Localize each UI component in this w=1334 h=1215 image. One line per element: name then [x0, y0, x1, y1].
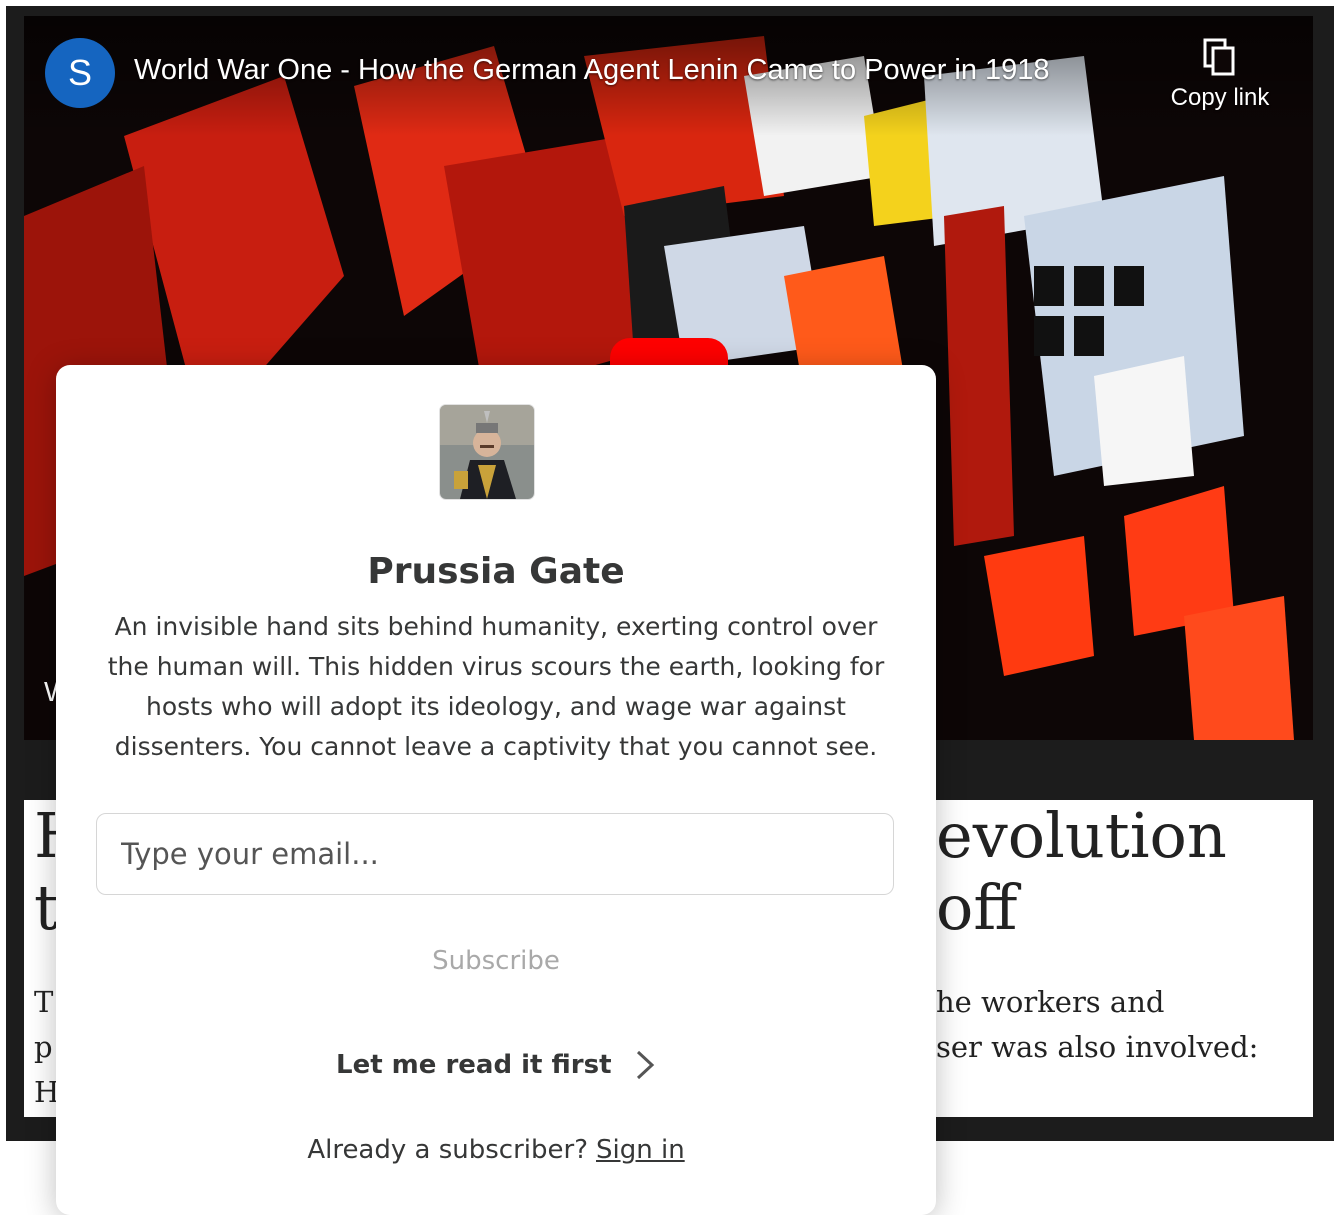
signin-line: Already a subscriber? Sign in — [56, 1135, 936, 1165]
channel-avatar[interactable]: S — [45, 38, 115, 108]
portrait-image — [440, 405, 534, 499]
channel-initial: S — [67, 52, 92, 93]
headline-right: evolution off — [936, 799, 1227, 944]
publication-description: An invisible hand sits behind humanity, … — [107, 612, 885, 761]
publication-logo — [440, 405, 534, 499]
email-input[interactable] — [96, 813, 894, 895]
copy-icon — [1203, 38, 1235, 76]
sign-in-link[interactable]: Sign in — [596, 1135, 685, 1165]
read-first-button[interactable]: Let me read it first — [336, 1041, 656, 1089]
read-first-label: Let me read it first — [336, 1050, 612, 1080]
publication-title: Prussia Gate — [367, 551, 625, 592]
subscribe-button[interactable]: Subscribe — [396, 935, 596, 987]
body-right-line-2: ser was also involved: — [936, 1030, 1259, 1064]
copy-link-button[interactable]: Copy link — [1165, 38, 1275, 112]
body-right-line-1: he workers and — [936, 985, 1165, 1019]
copy-link-label: Copy link — [1170, 84, 1270, 111]
subscribe-modal: Prussia Gate An invisible hand sits behi… — [56, 365, 936, 1215]
chevron-right-icon — [636, 1050, 654, 1080]
already-subscriber-text: Already a subscriber? — [307, 1135, 588, 1165]
video-title[interactable]: World War One - How the German Agent Len… — [134, 54, 1050, 87]
